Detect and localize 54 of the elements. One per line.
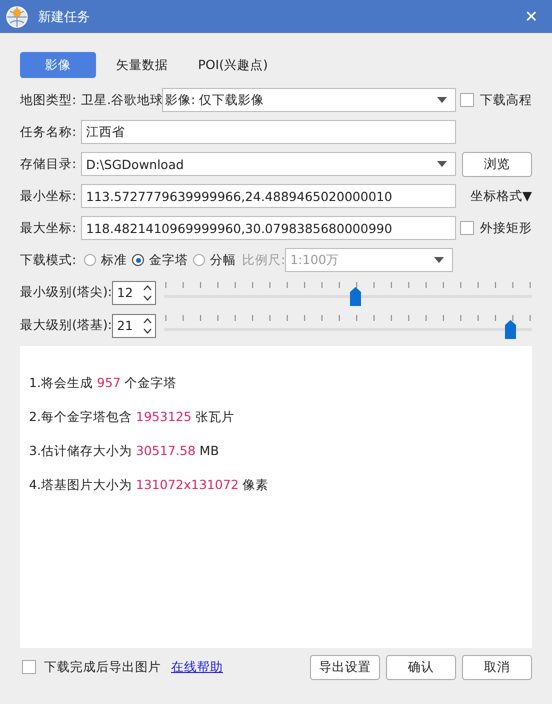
storage-path-dropdown[interactable]: D:\SGDownload <box>81 152 456 176</box>
field-label: 最大坐标: <box>20 220 78 236</box>
level-spinbox[interactable]: 21 <box>112 314 156 338</box>
dialog-button[interactable]: 导出设置 <box>310 654 380 680</box>
radio-button[interactable] <box>132 254 144 266</box>
field-label: 存储目录: <box>20 156 78 172</box>
map-type-dropdown[interactable]: 影像: 仅下载影像 <box>162 88 456 112</box>
checkbox[interactable] <box>460 221 474 235</box>
help-link[interactable]: 在线帮助 <box>171 658 223 676</box>
window-title: 新建任务 <box>38 8 91 26</box>
browse-button[interactable]: 浏览 <box>462 152 532 176</box>
caret-icon <box>437 161 447 167</box>
radio-button[interactable] <box>84 254 96 266</box>
field-label: 任务名称: <box>20 124 78 140</box>
level-spinbox[interactable]: 12 <box>112 280 156 304</box>
slider-thumb[interactable] <box>350 286 362 306</box>
close-button[interactable]: ✕ <box>518 7 544 26</box>
field-label: 最小坐标: <box>20 188 78 204</box>
spin-arrows-icon <box>143 284 152 302</box>
checkbox-label: 下载高程 <box>480 92 532 108</box>
tab[interactable]: 影像 <box>20 52 96 78</box>
radio-label: 金字塔 <box>149 252 188 268</box>
dialog-button[interactable]: 取消 <box>462 654 532 680</box>
level-slider[interactable] <box>164 280 532 306</box>
caret-icon <box>434 257 444 263</box>
radio-button[interactable] <box>193 254 205 266</box>
field-label: 最小级别(塔尖): <box>20 284 112 301</box>
info-line: 1.将会生成 957 个金字塔 <box>29 375 178 392</box>
spin-arrows-icon <box>143 316 152 334</box>
level-slider[interactable] <box>164 312 532 338</box>
info-line: 2.每个金字塔包含 1953125 张瓦片 <box>29 409 236 426</box>
tab[interactable]: POI(兴趣点) <box>188 52 278 78</box>
tab[interactable]: 矢量数据 <box>106 52 178 78</box>
scale-label: 比例尺: <box>242 252 286 268</box>
min-coordinate-field[interactable]: 113.5727779639999966,24.4889465020000010 <box>81 184 456 208</box>
field-label: 地图类型: <box>20 92 78 108</box>
checkbox[interactable] <box>22 660 36 674</box>
field-label: 下载模式: <box>20 252 78 268</box>
slider-thumb[interactable] <box>504 320 516 338</box>
task-name-field[interactable]: 江西省 <box>81 120 456 144</box>
field-label: 最大级别(塔基): <box>20 317 112 334</box>
info-line: 3.估计储存大小为 30517.58 MB <box>29 443 220 460</box>
dialog-button[interactable]: 确认 <box>386 654 456 680</box>
checkbox-label: 下载完成后导出图片 <box>44 658 161 676</box>
caret-icon <box>437 97 447 103</box>
map-source-label: 卫星.谷歌地球 <box>81 92 162 108</box>
max-coordinate-field[interactable]: 118.4821410969999960,30.0798385680000990 <box>81 216 456 240</box>
checkbox[interactable] <box>460 93 474 107</box>
info-line: 4.塔基图片大小为 131072x131072 像素 <box>29 477 270 494</box>
coordinate-format-menu[interactable]: 坐标格式▼ <box>470 188 532 204</box>
checkbox-label: 外接矩形 <box>480 220 532 236</box>
radio-label: 分幅 <box>210 252 236 268</box>
globe-logo-icon <box>6 6 28 28</box>
radio-label: 标准 <box>101 252 127 268</box>
